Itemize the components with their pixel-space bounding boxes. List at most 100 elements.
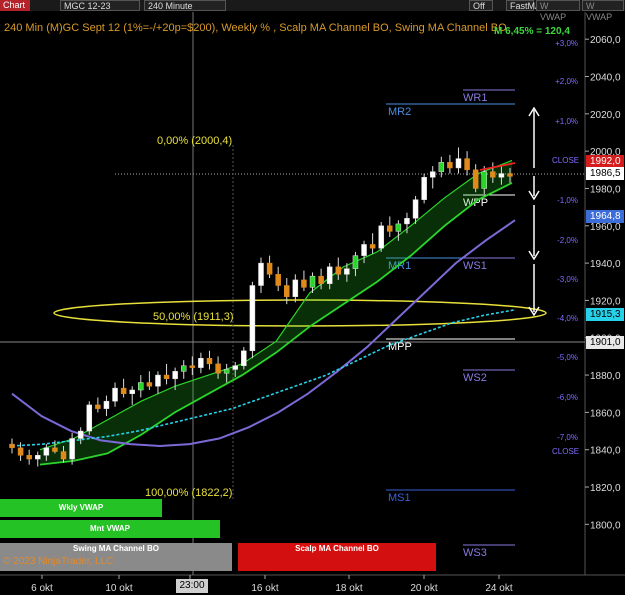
candle-body <box>481 171 487 189</box>
candle-body <box>95 404 101 409</box>
candle-body <box>86 404 93 432</box>
price-marker-last: 1986,5 <box>586 167 624 180</box>
candle-body <box>369 244 376 249</box>
chart-title: 240 Min (M)GC Sept 12 (1%=-/+20p=$200), … <box>4 22 507 34</box>
candle-body <box>241 350 247 366</box>
candle-body <box>326 266 333 284</box>
candle-body <box>138 382 144 391</box>
candle-body <box>232 365 238 370</box>
candle-body <box>429 171 436 178</box>
candle-body <box>206 358 213 365</box>
candle-body <box>103 400 110 409</box>
x-tick-label: 10 okt <box>105 583 132 594</box>
pivot-label: MS1 <box>388 492 411 504</box>
candle-body <box>378 225 384 249</box>
chart-tab[interactable]: Chart <box>0 0 30 11</box>
candle-body <box>352 255 359 269</box>
fib-label-100: 100,00% (1822,2) <box>145 487 232 499</box>
y-tick-label: 1860,0 <box>590 408 621 419</box>
y-tick-label: 1880,0 <box>590 371 621 382</box>
ma-channel-fill <box>40 160 512 465</box>
pivot-label: WR1 <box>463 92 487 104</box>
legend-scalp-ma[interactable]: Scalp MA Channel BO <box>238 543 436 571</box>
y-tick-label: 2040,0 <box>590 73 621 84</box>
candle-body <box>223 369 230 374</box>
x-tick-label: 18 okt <box>335 583 362 594</box>
candle-body <box>9 443 15 449</box>
y-tick-label: 1920,0 <box>590 296 621 307</box>
fastma-toggle[interactable]: FastMA <box>506 0 541 11</box>
candle-body <box>344 268 350 275</box>
pct-down-label: -6,0% <box>557 393 578 402</box>
x-tick-label: 24 okt <box>485 583 512 594</box>
candle-body <box>309 275 316 288</box>
pivot-label: WS1 <box>463 260 487 272</box>
candle-body <box>284 285 290 297</box>
candle-body <box>292 279 299 297</box>
y-tick-label: 1980,0 <box>590 184 621 195</box>
crosshair-time-label: 23:00 <box>176 579 208 593</box>
candle-body <box>249 285 256 352</box>
pivot-label: MR2 <box>388 106 411 118</box>
pivot-label: MPP <box>388 341 412 353</box>
candle-body <box>163 374 170 380</box>
candle-body <box>112 387 118 402</box>
candle-body <box>129 389 135 394</box>
candle-body <box>60 451 67 460</box>
candle-body <box>120 387 127 394</box>
vwap-toggle-2[interactable]: W VWAP <box>582 0 624 22</box>
candle-body <box>447 162 453 169</box>
instrument-selector[interactable]: MGC 12-23 <box>60 0 140 11</box>
candle-body <box>172 371 178 380</box>
candle-body <box>455 158 462 169</box>
candle-body <box>266 262 273 275</box>
y-tick-label: 2020,0 <box>590 110 621 121</box>
pct-down-label: -4,0% <box>557 314 578 323</box>
vwap-toggle-1[interactable]: W VWAP <box>536 0 580 22</box>
candle-body <box>198 358 204 368</box>
candle-body <box>69 438 75 460</box>
candle-body <box>507 173 513 177</box>
legend-mnt-vwap[interactable]: Mnt VWAP <box>0 520 220 538</box>
x-tick-label: 20 okt <box>410 583 437 594</box>
candle-body <box>43 447 50 456</box>
y-tick-label: 2060,0 <box>590 35 621 46</box>
fib-label-50: 50,00% (1911,3) <box>153 311 234 323</box>
candle-body <box>215 363 221 374</box>
pct-up-label: +1,0% <box>555 117 578 126</box>
candle-body <box>52 447 58 452</box>
candle-body <box>275 274 281 286</box>
candle-body <box>395 223 402 232</box>
pivot-label: WS3 <box>463 547 487 559</box>
candle-body <box>361 244 367 256</box>
price-marker-crosshair: 1901,0 <box>586 336 624 349</box>
pct-up-label: +3,0% <box>555 39 578 48</box>
pct-down-label: -1,0% <box>557 196 578 205</box>
candle-body <box>17 447 24 456</box>
y-tick-label: 1940,0 <box>590 259 621 270</box>
candle-body <box>438 162 445 172</box>
candle-body <box>301 279 307 288</box>
candle-body <box>180 365 187 372</box>
off-toggle[interactable]: Off <box>469 0 493 11</box>
x-tick-label: 6 okt <box>31 583 53 594</box>
y-tick-label: 1820,0 <box>590 483 621 494</box>
y-tick-label: 1800,0 <box>590 520 621 531</box>
x-tick-label: 16 okt <box>251 583 278 594</box>
pct-down-label: -5,0% <box>557 353 578 362</box>
candle-body <box>472 169 479 189</box>
pct-down-label: -3,0% <box>557 275 578 284</box>
pct-up-label: +2,0% <box>555 77 578 86</box>
candle-body <box>498 173 505 178</box>
candle-body <box>155 374 161 387</box>
candle-body <box>318 275 324 284</box>
period-selector[interactable]: 240 Minute <box>144 0 226 11</box>
candle-body <box>387 225 393 232</box>
legend-wkly-vwap[interactable]: Wkly VWAP <box>0 499 162 517</box>
candle-body <box>464 158 470 171</box>
candle-body <box>258 262 264 286</box>
pivot-label: WS2 <box>463 372 487 384</box>
candle-body <box>404 218 410 225</box>
candle-body <box>412 199 419 219</box>
candle-body <box>189 365 196 368</box>
